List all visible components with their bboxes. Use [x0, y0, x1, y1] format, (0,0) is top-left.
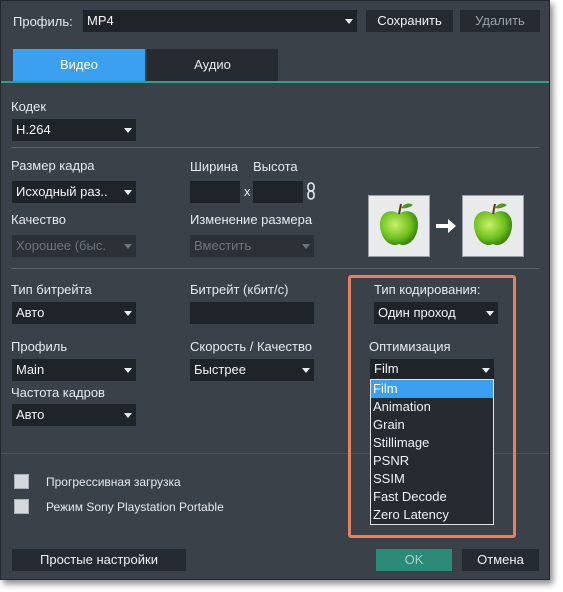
save-button[interactable]: Сохранить [366, 10, 453, 32]
chevron-down-icon [124, 413, 132, 418]
preview-result [462, 195, 524, 257]
chevron-down-icon [302, 244, 310, 249]
resize-label: Изменение размера [190, 212, 313, 227]
profile-select[interactable]: MP4 [83, 10, 357, 32]
psp-checkbox[interactable] [14, 499, 29, 514]
profile-level-select-value: Main [16, 362, 45, 377]
simple-settings-button[interactable]: Простые настройки [12, 549, 186, 571]
tab-video[interactable]: Видео [13, 49, 145, 81]
frame-size-select-value: Исходный раз.. [16, 184, 108, 199]
right-arrow-icon [435, 218, 457, 234]
highlight-frame [348, 275, 516, 538]
bitrate-type-label: Тип битрейта [11, 282, 92, 297]
chevron-down-icon [345, 19, 353, 24]
tab-audio[interactable]: Аудио [147, 49, 278, 81]
chevron-down-icon [124, 244, 132, 249]
bitrate-type-select[interactable]: Авто [12, 302, 136, 324]
cancel-button[interactable]: Отмена [462, 549, 539, 571]
speed-quality-select-value: Быстрее [194, 362, 247, 377]
codec-select[interactable]: H.264 [12, 119, 136, 141]
framerate-select[interactable]: Авто [12, 404, 136, 426]
video-settings-dialog: Профиль: MP4 Сохранить Удалить Видео Ауд… [0, 0, 550, 580]
progressive-label: Прогрессивная загрузка [46, 475, 181, 489]
divider [11, 147, 539, 148]
profile-level-label: Профиль [11, 339, 68, 354]
profile-select-value: MP4 [87, 13, 114, 28]
codec-select-value: H.264 [16, 122, 51, 137]
framerate-label: Частота кадров [11, 385, 105, 400]
height-input[interactable] [253, 181, 303, 203]
frame-size-select[interactable]: Исходный раз.. [12, 181, 136, 203]
chevron-down-icon [124, 311, 132, 316]
progressive-checkbox[interactable] [14, 474, 29, 489]
times-sign: x [244, 184, 251, 199]
framerate-select-value: Авто [16, 407, 45, 422]
chevron-down-icon [124, 190, 132, 195]
green-apple-icon [379, 203, 419, 246]
profile-label: Профиль: [13, 14, 73, 29]
bitrate-label: Битрейт (кбит/с) [190, 282, 289, 297]
width-label: Ширина [190, 159, 239, 174]
speed-quality-label: Скорость / Качество [190, 339, 312, 354]
chevron-down-icon [124, 128, 132, 133]
chain-link-icon[interactable] [306, 181, 316, 201]
green-apple-icon [473, 203, 513, 246]
psp-label: Режим Sony Playstation Portable [46, 500, 224, 514]
divider [11, 268, 539, 269]
width-input[interactable] [190, 181, 240, 203]
delete-button[interactable]: Удалить [460, 10, 540, 32]
resize-select-value: Вместить [194, 238, 252, 253]
tab-underline [1, 81, 549, 83]
height-label: Высота [253, 159, 298, 174]
ok-button[interactable]: OK [376, 549, 452, 571]
codec-label: Кодек [11, 99, 47, 114]
frame-size-label: Размер кадра [11, 158, 95, 173]
bitrate-type-select-value: Авто [16, 305, 45, 320]
quality-select[interactable]: Хорошее (быс. [12, 235, 136, 257]
bitrate-input[interactable] [190, 302, 314, 324]
chevron-down-icon [124, 368, 132, 373]
quality-label: Качество [11, 212, 66, 227]
quality-select-value: Хорошее (быс. [16, 238, 106, 253]
speed-quality-select[interactable]: Быстрее [190, 359, 314, 381]
chevron-down-icon [302, 368, 310, 373]
resize-select[interactable]: Вместить [190, 235, 314, 257]
profile-level-select[interactable]: Main [12, 359, 136, 381]
preview-source [368, 195, 430, 257]
